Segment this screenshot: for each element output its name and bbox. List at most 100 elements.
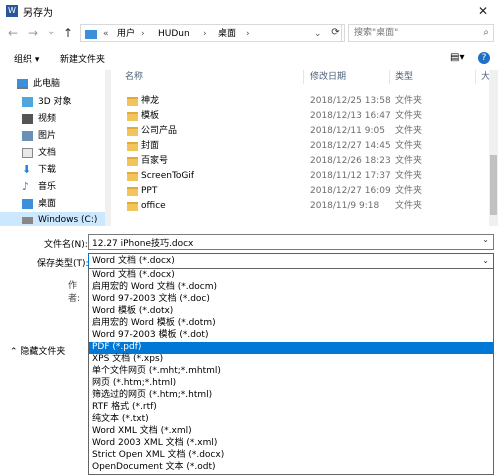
list-item[interactable]: 启用宏的 Word 文档 (*.docm) <box>89 282 493 294</box>
hide-folders-label: 隐藏文件夹 <box>20 347 66 357</box>
sidebar-item-downloads[interactable]: ⬇ 下载 <box>0 162 110 178</box>
sidebar-item-windows-c[interactable]: Windows (C:) <box>0 212 110 226</box>
column-header-type[interactable]: 类型 <box>395 70 413 84</box>
sidebar-item-desktop[interactable]: 桌面 <box>0 196 110 212</box>
address-bar[interactable]: « 用户 › HUDun › 桌面 › ⌄ <box>80 24 342 42</box>
column-divider[interactable] <box>475 70 476 84</box>
new-folder-button[interactable]: 新建文件夹 <box>60 52 105 65</box>
list-item[interactable]: OpenDocument 文本 (*.odt) <box>89 462 493 474</box>
close-icon: ✕ <box>477 4 489 18</box>
file-type: 文件夹 <box>395 186 423 196</box>
column-header-date[interactable]: 修改日期 <box>310 70 346 84</box>
search-box[interactable]: ⌕ <box>348 24 494 42</box>
table-row[interactable]: office 2018/11/9 9:18 文件夹 <box>113 199 489 214</box>
file-name: 公司产品 <box>141 126 178 136</box>
sidebar-item-label: 文档 <box>38 148 57 158</box>
close-button[interactable]: ✕ <box>468 0 498 22</box>
table-row[interactable]: PPT 2018/12/27 16:09 文件夹 <box>113 184 489 199</box>
list-item[interactable]: 启用宏的 Word 模板 (*.dotm) <box>89 318 493 330</box>
list-item[interactable]: Word 97-2003 模板 (*.dot) <box>89 330 493 342</box>
list-item[interactable]: Word 97-2003 文档 (*.doc) <box>89 294 493 306</box>
filename-label: 文件名(N): <box>44 240 88 250</box>
list-item[interactable]: Word 文档 (*.docx) <box>89 270 493 282</box>
sidebar-item-label: 3D 对象 <box>38 97 72 107</box>
column-header-size[interactable]: 大 <box>481 70 489 84</box>
sidebar-item-label: 桌面 <box>38 199 57 209</box>
sidebar-item-videos[interactable]: 视频 <box>0 111 110 127</box>
file-type: 文件夹 <box>395 111 423 121</box>
file-type: 文件夹 <box>395 171 423 181</box>
toolbar: 组织 ▾ 新建文件夹 ▤▾ ? <box>0 48 500 68</box>
documents-icon <box>22 148 33 158</box>
chevron-down-icon[interactable]: ⌄ <box>314 27 322 41</box>
table-row[interactable]: 神龙 2018/12/25 13:58 文件夹 <box>113 94 489 109</box>
back-button[interactable]: ← <box>8 26 18 40</box>
table-row[interactable]: 百家号 2018/12/26 18:23 文件夹 <box>113 154 489 169</box>
folder-icon <box>127 202 138 211</box>
file-date: 2018/12/27 14:45 <box>310 141 391 151</box>
filetype-dropdown-list: Word 文档 (*.docx) 启用宏的 Word 文档 (*.docm) W… <box>88 268 494 475</box>
filename-field[interactable]: ⌄ <box>88 234 494 250</box>
file-name: 神龙 <box>141 96 160 106</box>
list-item[interactable]: Word 2003 XML 文档 (*.xml) <box>89 438 493 450</box>
sidebar-scrollbar[interactable] <box>105 70 111 226</box>
search-icon[interactable]: ⌕ <box>483 27 489 38</box>
column-header-name[interactable]: 名称 <box>125 70 143 84</box>
list-item[interactable]: Strict Open XML 文档 (*.docx) <box>89 450 493 462</box>
forward-button[interactable]: → <box>28 26 38 40</box>
author-label: 作者: <box>68 281 81 304</box>
list-item[interactable]: XPS 文档 (*.xps) <box>89 354 493 366</box>
breadcrumb-overflow[interactable]: « <box>103 27 109 41</box>
scrollbar-thumb[interactable] <box>490 155 497 215</box>
sidebar-item-3d-objects[interactable]: 3D 对象 <box>0 94 110 110</box>
hide-folders-toggle[interactable]: ⌃ 隐藏文件夹 <box>10 344 65 357</box>
breadcrumb-item-users[interactable]: 用户 <box>117 27 135 41</box>
folder-icon <box>127 127 138 136</box>
table-row[interactable]: ScreenToGif 2018/11/12 17:37 文件夹 <box>113 169 489 184</box>
list-item[interactable]: Word XML 文档 (*.xml) <box>89 426 493 438</box>
file-name: 模板 <box>141 111 160 121</box>
up-button[interactable]: ↑ <box>63 26 73 40</box>
sidebar-item-this-pc[interactable]: 此电脑 <box>0 76 110 92</box>
sidebar-item-music[interactable]: ♪ 音乐 <box>0 179 110 195</box>
computer-icon <box>17 79 28 89</box>
file-name: 封面 <box>141 141 160 151</box>
table-row[interactable]: 公司产品 2018/12/11 9:05 文件夹 <box>113 124 489 139</box>
breadcrumb-separator[interactable]: › <box>141 27 145 41</box>
column-divider[interactable] <box>389 70 390 84</box>
chevron-down-icon[interactable]: ⌄ <box>482 235 489 244</box>
filetype-select[interactable]: Word 文档 (*.docx) ⌄ <box>88 253 494 269</box>
view-options-icon[interactable]: ▤▾ <box>450 52 464 63</box>
folder-icon <box>127 187 138 196</box>
help-icon[interactable]: ? <box>478 52 490 64</box>
list-item[interactable]: 纯文本 (*.txt) <box>89 414 493 426</box>
list-item[interactable]: RTF 格式 (*.rtf) <box>89 402 493 414</box>
breadcrumb-item-desktop[interactable]: 桌面 <box>218 27 236 41</box>
breadcrumb-item-hudun[interactable]: HUDun <box>158 27 190 41</box>
organize-button[interactable]: 组织 ▾ <box>14 52 39 65</box>
list-item[interactable]: 网页 (*.htm;*.html) <box>89 378 493 390</box>
table-row[interactable]: 模板 2018/12/13 16:47 文件夹 <box>113 109 489 124</box>
file-list: 名称 修改日期 类型 大 神龙 2018/12/25 13:58 文件夹 模板 … <box>113 70 489 226</box>
file-date: 2018/11/12 17:37 <box>310 171 391 181</box>
chevron-down-icon[interactable]: ⌄ <box>482 254 489 268</box>
sidebar-item-documents[interactable]: 文档 <box>0 145 110 161</box>
list-item[interactable]: 单个文件网页 (*.mht;*.mhtml) <box>89 366 493 378</box>
breadcrumb-separator[interactable]: › <box>246 27 250 41</box>
search-input[interactable] <box>349 25 474 41</box>
filename-input[interactable] <box>89 235 469 249</box>
list-item[interactable]: 筛选过的网页 (*.htm;*.html) <box>89 390 493 402</box>
refresh-button[interactable]: ⟳ <box>327 24 345 42</box>
folder-icon <box>127 172 138 181</box>
navigation-pane: 此电脑 3D 对象 视频 图片 文档 ⬇ 下载 ♪ 音乐 桌面 Windows … <box>0 70 110 226</box>
recent-locations-button[interactable]: ⌄ <box>47 26 55 37</box>
table-row[interactable]: 封面 2018/12/27 14:45 文件夹 <box>113 139 489 154</box>
sidebar-item-label: 音乐 <box>38 182 57 192</box>
list-item-selected[interactable]: PDF (*.pdf) <box>89 342 493 354</box>
file-name: office <box>141 201 166 211</box>
list-item[interactable]: Word 模板 (*.dotx) <box>89 306 493 318</box>
file-date: 2018/12/27 16:09 <box>310 186 391 196</box>
breadcrumb-separator[interactable]: › <box>203 27 207 41</box>
column-divider[interactable] <box>303 70 304 84</box>
sidebar-item-pictures[interactable]: 图片 <box>0 128 110 144</box>
